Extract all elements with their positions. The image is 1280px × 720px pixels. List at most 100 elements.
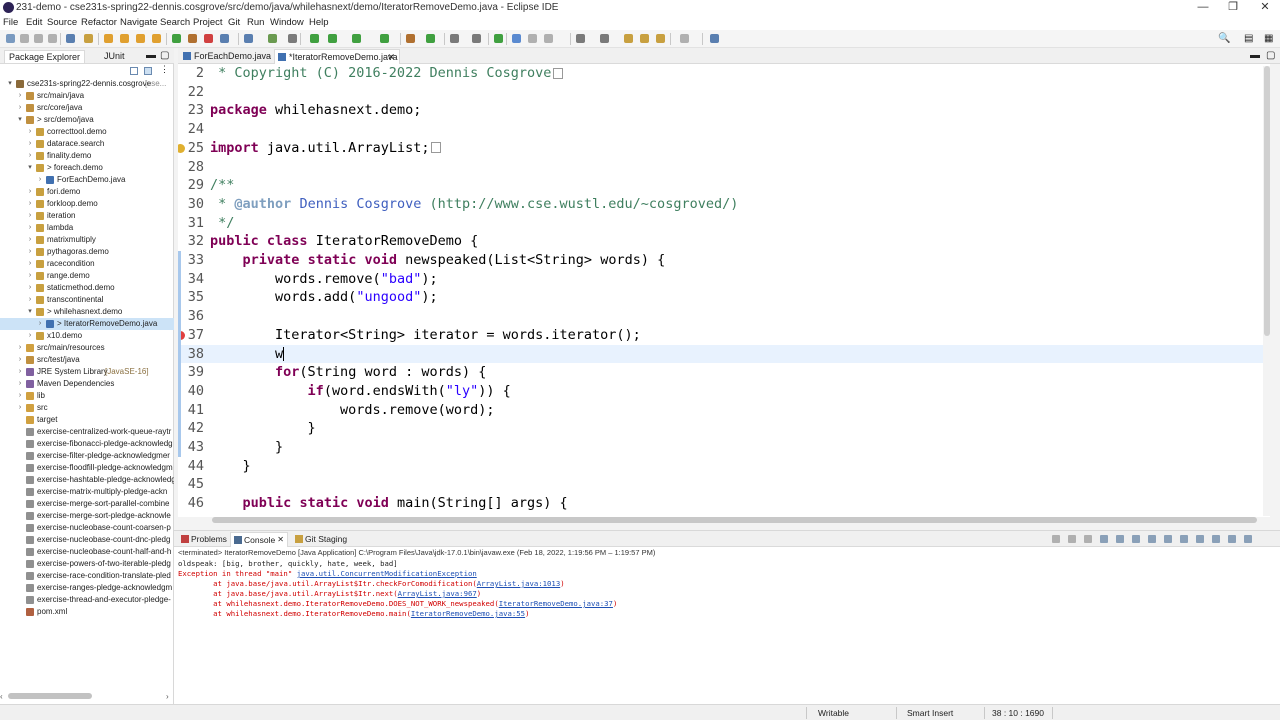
view-menu-icon[interactable]: ⋮ [160, 64, 169, 75]
tree-item[interactable]: exercise-nucleobase-count-dnc-pledg [0, 534, 174, 546]
tab-package-explorer[interactable]: Package Explorer [4, 50, 86, 63]
tree-item[interactable]: › src/main/java [0, 90, 174, 102]
code-line[interactable]: 45 [178, 475, 1270, 494]
expanded-chevron-icon[interactable]: ▾ [6, 78, 14, 90]
collapsed-chevron-icon[interactable]: › [26, 282, 34, 294]
save-icon[interactable] [20, 34, 29, 43]
tree-item[interactable]: › matrixmultiply [0, 234, 174, 246]
code-line[interactable]: 42 } [178, 419, 1270, 438]
maximize-button[interactable]: ❐ [1218, 0, 1248, 16]
collapsed-chevron-icon[interactable]: › [16, 90, 24, 102]
tree-item[interactable]: exercise-nucleobase-count-coarsen-p [0, 522, 174, 534]
tree-item[interactable]: › src/core/java [0, 102, 174, 114]
view-menu-icon[interactable] [1212, 535, 1220, 543]
new-class-icon[interactable] [220, 34, 229, 43]
close-tab-icon[interactable]: ✕ [387, 50, 395, 64]
show-on-output-icon[interactable] [1132, 535, 1140, 543]
tab-git-staging[interactable]: Git Staging [292, 532, 362, 547]
menu-run[interactable]: Run [247, 16, 264, 29]
editor-tab[interactable]: *IteratorRemoveDemo.java ✕ [274, 49, 400, 64]
tree-item[interactable]: › correcttool.demo [0, 126, 174, 138]
code-line[interactable]: 29 /** [178, 176, 1270, 195]
code-line[interactable]: 22 [178, 83, 1270, 102]
tree-item[interactable]: › JRE System Library [JavaSE-16] [0, 366, 174, 378]
stacktrace-link[interactable]: IteratorRemoveDemo.java:37 [499, 599, 613, 608]
word-wrap-icon[interactable] [1116, 535, 1124, 543]
tab-console[interactable]: Console ✕ [230, 532, 288, 547]
coverage-run-icon[interactable] [352, 34, 361, 43]
code-line[interactable]: 31 */ [178, 214, 1270, 233]
stacktrace-link[interactable]: IteratorRemoveDemo.java:55 [411, 609, 525, 618]
collapsed-chevron-icon[interactable]: › [16, 102, 24, 114]
tree-item[interactable]: exercise-nucleobase-count-half-and-h [0, 546, 174, 558]
code-line[interactable]: 41 words.remove(word); [178, 401, 1270, 420]
minimize-view-icon[interactable]: ▬ [146, 50, 156, 62]
menu-source[interactable]: Source [47, 16, 77, 29]
terminal-icon[interactable] [66, 34, 75, 43]
tab-problems[interactable]: Problems [178, 532, 230, 547]
collapsed-chevron-icon[interactable]: › [16, 354, 24, 366]
code-line[interactable]: 28 [178, 158, 1270, 177]
tab-junit[interactable]: JUnit [104, 50, 125, 62]
next-annotation-icon[interactable] [288, 34, 297, 43]
menu-help[interactable]: Help [309, 16, 329, 29]
tree-item[interactable]: › range.demo [0, 270, 174, 282]
menu-window[interactable]: Window [270, 16, 304, 29]
tree-item[interactable]: exercise-centralized-work-queue-raytr [0, 426, 174, 438]
collapsed-chevron-icon[interactable]: › [36, 318, 44, 330]
collapsed-chevron-icon[interactable]: › [36, 174, 44, 186]
collapsed-chevron-icon[interactable]: › [26, 126, 34, 138]
maximize-view-icon[interactable]: ▢ [160, 50, 169, 62]
collapsed-chevron-icon[interactable]: › [26, 258, 34, 270]
tree-item[interactable]: › transcontinental [0, 294, 174, 306]
prev-edit-icon[interactable] [600, 34, 609, 43]
tree-item[interactable]: exercise-merge-sort-parallel-combine [0, 498, 174, 510]
save-all-icon[interactable] [34, 34, 43, 43]
tree-item[interactable]: target [0, 414, 174, 426]
collapsed-chevron-icon[interactable]: › [16, 390, 24, 402]
tree-item[interactable]: ▾ > src/demo/java [0, 114, 174, 126]
search-icon-2[interactable] [472, 34, 481, 43]
stacktrace-link[interactable]: java.util.ConcurrentModificationExceptio… [297, 569, 477, 578]
whitespace-icon[interactable] [544, 34, 553, 43]
menu-file[interactable]: File [3, 16, 18, 29]
code-line[interactable]: 23 package whilehasnext.demo; [178, 101, 1270, 120]
toggle-icon[interactable] [528, 34, 537, 43]
tree-item[interactable]: › ForEachDemo.java [0, 174, 174, 186]
collapsed-chevron-icon[interactable]: › [26, 330, 34, 342]
code-line[interactable]: 36 [178, 307, 1270, 326]
folded-region-icon[interactable] [431, 142, 442, 154]
folded-region-icon[interactable] [553, 67, 564, 79]
forward-icon[interactable] [680, 34, 689, 43]
tree-horizontal-scrollbar[interactable] [8, 693, 92, 699]
pin-icon[interactable] [494, 34, 503, 43]
new-icon[interactable] [6, 34, 15, 43]
tree-item[interactable]: exercise-filter-pledge-acknowledgmer [0, 450, 174, 462]
tree-item[interactable]: › x10.demo [0, 330, 174, 342]
display-console-icon[interactable] [1180, 535, 1188, 543]
tree-item[interactable]: ▾ > whilehasnext.demo [0, 306, 174, 318]
tree-item[interactable]: › pythagoras.demo [0, 246, 174, 258]
open-perspective-icon[interactable]: ▤ [1244, 33, 1253, 44]
link-with-editor-icon[interactable] [144, 67, 152, 75]
tree-item[interactable]: exercise-hashtable-pledge-acknowledg [0, 474, 174, 486]
tree-item[interactable]: exercise-thread-and-executor-pledge- [0, 594, 174, 606]
code-line[interactable]: 39 for(String word : words) { [178, 363, 1270, 382]
run-icon[interactable] [172, 34, 181, 43]
collapsed-chevron-icon[interactable]: › [26, 210, 34, 222]
tree-item[interactable]: › iteration [0, 210, 174, 222]
tree-item[interactable]: › staticmethod.demo [0, 282, 174, 294]
close-tab-icon[interactable]: ✕ [277, 533, 284, 547]
expanded-chevron-icon[interactable]: ▾ [16, 114, 24, 126]
editor-vertical-scrollbar-thumb[interactable] [1264, 66, 1270, 336]
collapsed-chevron-icon[interactable]: › [26, 294, 34, 306]
tree-item[interactable]: exercise-floodfill-pledge-acknowledgm [0, 462, 174, 474]
java-perspective-icon[interactable]: ▦ [1264, 33, 1273, 44]
search-global-icon[interactable]: 🔍 [1218, 33, 1230, 44]
menu-navigate[interactable]: Navigate [120, 16, 158, 29]
tree-item[interactable]: › datarace.search [0, 138, 174, 150]
code-line[interactable]: 46 public static void main(String[] args… [178, 494, 1270, 513]
open-console-icon[interactable] [1196, 535, 1204, 543]
tree-item[interactable]: › src/main/resources [0, 342, 174, 354]
java-icon[interactable] [188, 34, 197, 43]
